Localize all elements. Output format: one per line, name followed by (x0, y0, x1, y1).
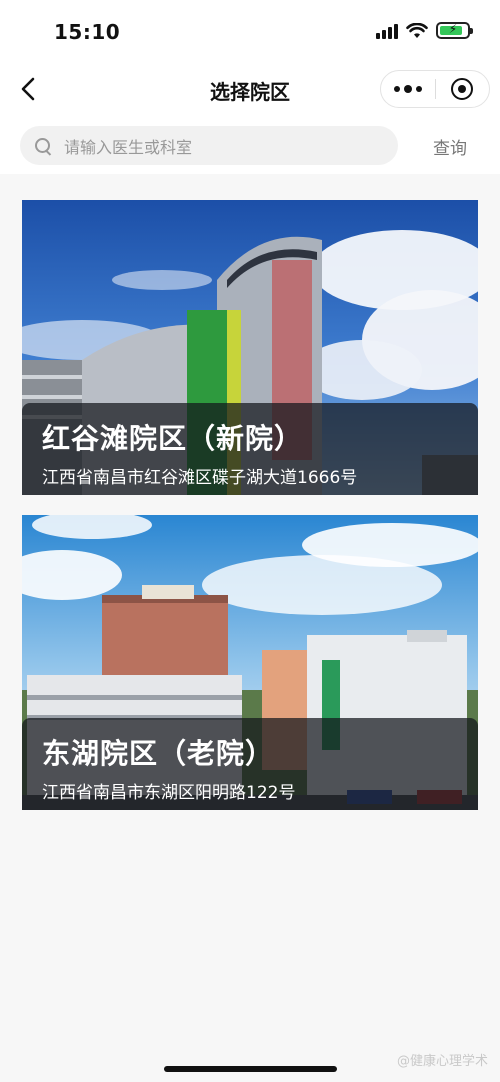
status-bar: 15:10 ⚡ (0, 0, 500, 62)
status-icons: ⚡ (376, 22, 473, 39)
home-indicator (164, 1066, 337, 1072)
campus-address: 江西省南昌市红谷滩区碟子湖大道1666号 (42, 468, 358, 488)
campus-name: 红谷滩院区（新院） (42, 422, 304, 455)
target-close-icon (451, 78, 474, 100)
watermark: @健康心理学术 (396, 1054, 488, 1069)
more-dots-icon[interactable] (381, 71, 435, 107)
campus-info-overlay: 红谷滩院区（新院） 江西省南昌市红谷滩区碟子湖大道1666号 (22, 403, 478, 495)
search-placeholder: 请输入医生或科室 (64, 137, 193, 157)
signal-icon (376, 23, 398, 39)
battery-charging-icon: ⚡ (436, 22, 473, 39)
campus-card-honggutan[interactable]: 红谷滩院区（新院） 江西省南昌市红谷滩区碟子湖大道1666号 (22, 200, 478, 495)
campus-name: 东湖院区（老院） (42, 737, 275, 770)
search-input[interactable]: 请输入医生或科室 (20, 126, 398, 165)
capsule-close-button[interactable] (435, 71, 489, 107)
search-bar: 请输入医生或科室 查询 (0, 117, 500, 174)
campus-card-donghu[interactable]: 东湖院区（老院） 江西省南昌市东湖区阳明路122号 (22, 515, 478, 810)
search-icon (34, 137, 52, 155)
query-button[interactable]: 查询 (420, 134, 480, 159)
campus-info-overlay: 东湖院区（老院） 江西省南昌市东湖区阳明路122号 (22, 718, 478, 810)
charging-bolt-icon: ⚡ (448, 22, 458, 36)
navigation-bar: 选择院区 (0, 62, 500, 117)
mini-program-capsule (380, 70, 490, 108)
wifi-icon (406, 22, 428, 38)
status-time: 15:10 (54, 20, 121, 44)
campus-address: 江西省南昌市东湖区阳明路122号 (42, 783, 296, 803)
